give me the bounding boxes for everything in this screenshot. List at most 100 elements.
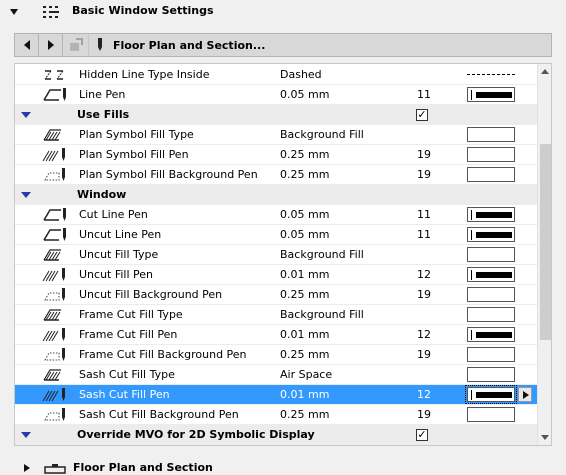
setting-value[interactable]: Air Space [280, 368, 332, 381]
pen-swatch[interactable] [467, 387, 515, 402]
setting-row[interactable]: Hidden Line Type Inside Dashed [15, 65, 537, 85]
pen-number[interactable]: 19 [417, 288, 431, 301]
setting-value[interactable]: 0.25 mm [280, 348, 329, 361]
pen-swatch[interactable] [467, 327, 515, 342]
transfer-icon [68, 37, 84, 53]
setting-row[interactable]: Plan Symbol Fill Type Background Fill [15, 125, 537, 145]
group-row[interactable]: Use Fills ✓ [15, 105, 537, 125]
setting-name: Frame Cut Fill Type [79, 308, 183, 321]
pen-swatch[interactable] [467, 267, 515, 282]
setting-row[interactable]: Line Pen 0.05 mm 11 [15, 85, 537, 105]
floor-plan-icon [44, 463, 66, 475]
fill-type-icon [37, 307, 77, 323]
dashed-line-swatch[interactable] [467, 74, 515, 75]
fill-swatch[interactable] [467, 167, 515, 182]
toolbar: Floor Plan and Section... [14, 33, 552, 57]
fill-bg-pen-icon [37, 287, 77, 303]
setting-row[interactable]: Frame Cut Fill Background Pen 0.25 mm 19 [15, 345, 537, 365]
setting-name: Frame Cut Fill Background Pen [79, 348, 247, 361]
arrow-left-icon [23, 40, 30, 50]
setting-value[interactable]: Background Fill [280, 128, 364, 141]
setting-value[interactable]: 0.25 mm [280, 168, 329, 181]
setting-name: Sash Cut Fill Type [79, 368, 175, 381]
group-collapse-icon[interactable] [21, 112, 31, 118]
setting-value[interactable]: Dashed [280, 68, 322, 81]
setting-value[interactable]: Background Fill [280, 308, 364, 321]
setting-name: Plan Symbol Fill Type [79, 128, 194, 141]
setting-value[interactable]: 0.01 mm [280, 328, 329, 341]
setting-value[interactable]: 0.25 mm [280, 408, 329, 421]
expand-triangle-icon[interactable] [24, 464, 30, 472]
setting-row[interactable]: Sash Cut Fill Pen 0.01 mm 12 [15, 385, 537, 405]
setting-row[interactable]: Frame Cut Fill Type Background Fill [15, 305, 537, 325]
group-name: Use Fills [77, 108, 130, 121]
setting-value[interactable]: 0.05 mm [280, 208, 329, 221]
pen-number[interactable]: 19 [417, 408, 431, 421]
floor-plan-section-button[interactable]: Floor Plan and Section... [89, 34, 551, 56]
transfer-settings-button[interactable] [63, 34, 89, 56]
prev-button[interactable] [15, 34, 39, 56]
uncut-line-pen-icon [37, 227, 77, 243]
fill-swatch[interactable] [467, 247, 515, 262]
scroll-up-icon[interactable] [541, 69, 549, 74]
vertical-scrollbar[interactable] [537, 64, 551, 445]
fill-swatch[interactable] [467, 347, 515, 362]
group-checkbox[interactable]: ✓ [416, 109, 428, 121]
settings-table: Hidden Line Type Inside Dashed Line Pen 0.0… [14, 63, 552, 446]
fill-swatch[interactable] [467, 367, 515, 382]
swatch-popup-button[interactable] [518, 387, 532, 402]
pen-number[interactable]: 19 [417, 148, 431, 161]
fill-swatch[interactable] [467, 407, 515, 422]
setting-value[interactable]: 0.05 mm [280, 228, 329, 241]
setting-row[interactable]: Uncut Fill Type Background Fill [15, 245, 537, 265]
pen-number[interactable]: 19 [417, 168, 431, 181]
pen-number[interactable]: 12 [417, 268, 431, 281]
group-collapse-icon[interactable] [21, 432, 31, 438]
setting-value[interactable]: 0.25 mm [280, 288, 329, 301]
setting-row[interactable]: Cut Line Pen 0.05 mm 11 [15, 205, 537, 225]
setting-value[interactable]: 0.01 mm [280, 388, 329, 401]
pen-number[interactable]: 11 [417, 228, 431, 241]
fill-swatch[interactable] [467, 307, 515, 322]
scroll-down-icon[interactable] [541, 435, 549, 440]
panel-header-basic-window-settings[interactable]: Basic Window Settings [0, 0, 566, 24]
pen-number[interactable]: 12 [417, 388, 431, 401]
group-row[interactable]: Window [15, 185, 537, 205]
fill-pen-icon [37, 147, 77, 163]
fill-type-icon [37, 367, 77, 383]
pen-number[interactable]: 12 [417, 328, 431, 341]
panel-header-floor-plan-section[interactable]: Floor Plan and Section [0, 459, 566, 475]
scroll-thumb[interactable] [540, 144, 551, 340]
collapse-triangle-icon[interactable] [10, 9, 18, 15]
setting-value[interactable]: 0.01 mm [280, 268, 329, 281]
fill-swatch[interactable] [467, 147, 515, 162]
fill-swatch[interactable] [467, 127, 515, 142]
setting-row[interactable]: Plan Symbol Fill Pen 0.25 mm 19 [15, 145, 537, 165]
group-row[interactable]: Override MVO for 2D Symbolic Display ✓ [15, 425, 537, 445]
pen-number[interactable]: 11 [417, 208, 431, 221]
setting-row[interactable]: Plan Symbol Fill Background Pen 0.25 mm 19 [15, 165, 537, 185]
setting-name: Line Pen [79, 88, 126, 101]
pen-number[interactable]: 19 [417, 348, 431, 361]
pen-number[interactable]: 11 [417, 88, 431, 101]
group-collapse-icon[interactable] [21, 192, 31, 198]
next-button[interactable] [39, 34, 63, 56]
setting-value[interactable]: 0.25 mm [280, 148, 329, 161]
setting-row[interactable]: Uncut Line Pen 0.05 mm 11 [15, 225, 537, 245]
floor-plan-section-label: Floor Plan and Section... [113, 38, 266, 52]
setting-name: Sash Cut Fill Pen [79, 388, 170, 401]
setting-row[interactable]: Frame Cut Fill Pen 0.01 mm 12 [15, 325, 537, 345]
setting-value[interactable]: Background Fill [280, 248, 364, 261]
setting-row[interactable]: Sash Cut Fill Background Pen 0.25 mm 19 [15, 405, 537, 425]
setting-row[interactable]: Uncut Fill Pen 0.01 mm 12 [15, 265, 537, 285]
fill-type-icon [37, 247, 77, 263]
setting-value[interactable]: 0.05 mm [280, 88, 329, 101]
pen-swatch[interactable] [467, 87, 515, 102]
pen-swatch[interactable] [467, 227, 515, 242]
pen-swatch[interactable] [467, 207, 515, 222]
setting-row[interactable]: Uncut Fill Background Pen 0.25 mm 19 [15, 285, 537, 305]
bottom-panel-title: Floor Plan and Section [73, 461, 213, 474]
fill-swatch[interactable] [467, 287, 515, 302]
group-checkbox[interactable]: ✓ [416, 429, 428, 441]
setting-row[interactable]: Sash Cut Fill Type Air Space [15, 365, 537, 385]
